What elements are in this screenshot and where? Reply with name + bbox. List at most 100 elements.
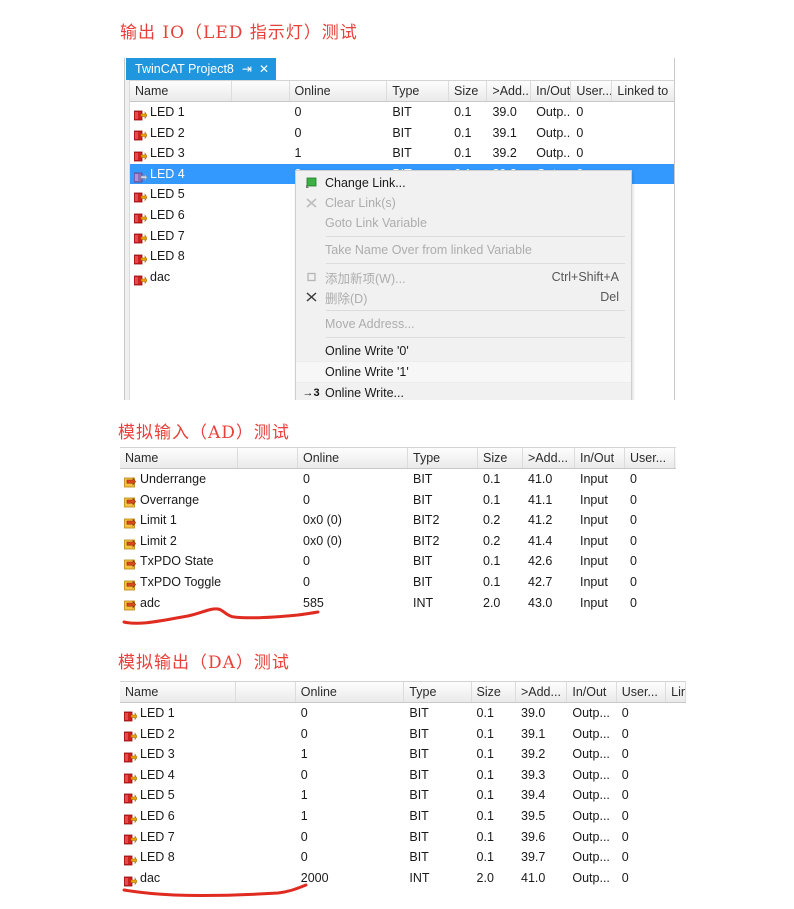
da-table-column-header-6[interactable]: In/Out (567, 682, 617, 702)
menu-item[interactable]: Online Write '1' (296, 361, 631, 383)
io-table-column-header-3[interactable]: Type (387, 81, 450, 101)
io-table-column-header-0[interactable]: Name (130, 81, 233, 101)
pin-icon[interactable]: ⇥ (242, 62, 252, 76)
cell-spacer (238, 593, 298, 614)
table-row[interactable]: adc 585 INT 2.0 43.0 Input 0 (120, 593, 676, 614)
io-table-column-header-2[interactable]: Online (290, 81, 388, 101)
cell-addr: 41.2 (528, 513, 553, 528)
cell-user: 0 (621, 808, 629, 823)
ad-table-column-header-0[interactable]: Name (120, 448, 238, 468)
table-row[interactable]: TxPDO Toggle 0 BIT 0.1 42.7 Input 0 (120, 572, 676, 593)
ad-table-column-header-1[interactable] (238, 448, 298, 468)
io-grid-header: Name Online Type Size >Add... In/Out User... Li… (130, 80, 674, 102)
table-row[interactable]: LED 2 0 BIT 0.1 39.1 Outp... 0 (120, 724, 686, 745)
cell-type: BIT (413, 554, 433, 569)
io-table-column-header-4[interactable]: Size (449, 81, 488, 101)
cell-size: 0.1 (454, 125, 472, 140)
da-grid-body[interactable]: LED 1 0 BIT 0.1 39.0 Outp... 0 LED 2 0 BIT 0.1 39.1… (120, 703, 686, 889)
table-row[interactable]: Limit 1 0x0 (0) BIT2 0.2 41.2 Input 0 (120, 510, 676, 531)
context-menu[interactable]: Change Link... Clear Link(s) Goto Link Var… (295, 170, 632, 400)
variable-name-label: Limit 1 (140, 513, 177, 528)
cell-online: 0x0 (0) (303, 513, 342, 528)
io-table-column-header-5[interactable]: >Add... (487, 81, 532, 101)
table-row[interactable]: Limit 2 0x0 (0) BIT2 0.2 41.4 Input 0 (120, 531, 676, 552)
ad-table-column-header-4[interactable]: Size (478, 448, 523, 468)
menu-item[interactable]: Take Name Over from linked Variable (296, 240, 631, 260)
menu-item[interactable]: →3 Online Write... (296, 383, 631, 400)
cell-size: 0.1 (476, 767, 494, 782)
table-row[interactable]: LED 5 1 BIT 0.1 39.4 Outp... 0 (120, 785, 686, 806)
table-row[interactable]: LED 3 1 BIT 0.1 39.2 Outp... 0 (120, 744, 686, 765)
cell-addr: 39.4 (521, 788, 546, 803)
table-row[interactable]: LED 6 1 BIT 0.1 39.5 Outp... 0 (120, 806, 686, 827)
da-table-column-header-3[interactable]: Type (404, 682, 472, 702)
menu-item[interactable]: 添加新项(W)... Ctrl+Shift+A (296, 267, 631, 287)
table-row[interactable]: Underrange 0 BIT 0.1 41.0 Input 0 (120, 469, 676, 490)
ad-table-column-header-2[interactable]: Online (298, 448, 408, 468)
change-link-icon (297, 177, 325, 189)
cell-size: 0.1 (476, 850, 494, 865)
cell-spacer (232, 226, 289, 247)
cell-linked (666, 744, 686, 765)
ad-table-column-header-3[interactable]: Type (408, 448, 478, 468)
da-table-column-header-5[interactable]: >Add... (516, 682, 568, 702)
cell-user: 0 (630, 595, 637, 610)
cell-type: BIT (409, 850, 429, 865)
io-table-column-header-6[interactable]: In/Out (531, 81, 572, 101)
cell-inout: Outp... (572, 870, 610, 885)
ad-table-column-header-5[interactable]: >Add... (523, 448, 575, 468)
variable-name-label: LED 4 (150, 166, 185, 181)
da-table-column-header-1[interactable] (236, 682, 296, 702)
io-table-column-header-1[interactable] (232, 81, 290, 101)
table-row[interactable]: LED 1 0 BIT 0.1 39.0 Outp... 0 (130, 102, 674, 123)
menu-item[interactable]: Change Link... (296, 173, 631, 193)
table-row[interactable]: LED 3 1 BIT 0.1 39.2 Outp... 0 (130, 143, 674, 164)
da-table-column-header-7[interactable]: User... (617, 682, 667, 702)
io-table-column-header-7[interactable]: User... (571, 81, 613, 101)
cell-spacer (238, 510, 298, 531)
da-table-column-header-2[interactable]: Online (296, 682, 405, 702)
menu-item[interactable]: Online Write '0' (296, 341, 631, 361)
table-row[interactable]: Overrange 0 BIT 0.1 41.1 Input 0 (120, 490, 676, 511)
da-table-column-header-0[interactable]: Name (120, 682, 237, 702)
cell-type: BIT (392, 146, 412, 161)
da-variable-grid[interactable]: Name Online Type Size >Add... In/Out User... Li… (120, 681, 686, 889)
cell-linked (612, 102, 674, 123)
cell-spacer (232, 267, 289, 288)
menu-item[interactable]: Move Address... (296, 314, 631, 334)
table-row[interactable]: LED 2 0 BIT 0.1 39.1 Outp... 0 (130, 123, 674, 144)
cell-online: 0 (300, 850, 308, 865)
table-row[interactable]: LED 7 0 BIT 0.1 39.6 Outp... 0 (120, 827, 686, 848)
variable-name-label: Underrange (140, 472, 207, 486)
table-row[interactable]: dac 2000 INT 2.0 41.0 Outp... 0 (120, 868, 686, 889)
output-variable-icon (133, 272, 148, 285)
ad-grid-body[interactable]: Underrange 0 BIT 0.1 41.0 Input 0 Overrange 0 BIT… (120, 469, 676, 614)
ad-variable-grid[interactable]: Name Online Type Size >Add... In/Out User... U… (120, 447, 676, 614)
menu-item[interactable]: Clear Link(s) (296, 193, 631, 213)
cell-user: 0 (576, 125, 584, 140)
da-table-column-header-8[interactable]: Lin (666, 682, 686, 702)
tab-twincat-project8[interactable]: TwinCAT Project8 ⇥ ✕ (126, 58, 277, 80)
ad-table-column-header-7[interactable]: User... (625, 448, 675, 468)
cell-type: INT (413, 595, 434, 610)
cell-inout: Input (580, 574, 608, 589)
cell-type: BIT (409, 829, 429, 844)
menu-item[interactable]: Goto Link Variable (296, 213, 631, 233)
table-row[interactable]: TxPDO State 0 BIT 0.1 42.6 Input 0 (120, 551, 676, 572)
table-row[interactable]: LED 1 0 BIT 0.1 39.0 Outp... 0 (120, 703, 686, 724)
tab-strip: TwinCAT Project8 ⇥ ✕ (125, 58, 674, 80)
cell-type: BIT2 (413, 513, 440, 528)
cell-addr: 39.1 (492, 125, 517, 140)
cell-spacer (232, 102, 289, 123)
cell-size: 0.1 (483, 472, 501, 486)
variable-name-label: adc (140, 595, 161, 610)
cell-name: Limit 2 (120, 531, 238, 552)
cell-online: 0 (303, 574, 310, 589)
ad-table-column-header-6[interactable]: In/Out (575, 448, 625, 468)
io-table-column-header-8[interactable]: Linked to (612, 81, 674, 101)
menu-item[interactable]: 删除(D) Del (296, 287, 631, 307)
table-row[interactable]: LED 8 0 BIT 0.1 39.7 Outp... 0 (120, 847, 686, 868)
table-row[interactable]: LED 4 0 BIT 0.1 39.3 Outp... 0 (120, 765, 686, 786)
close-icon[interactable]: ✕ (259, 62, 269, 76)
da-table-column-header-4[interactable]: Size (472, 682, 516, 702)
